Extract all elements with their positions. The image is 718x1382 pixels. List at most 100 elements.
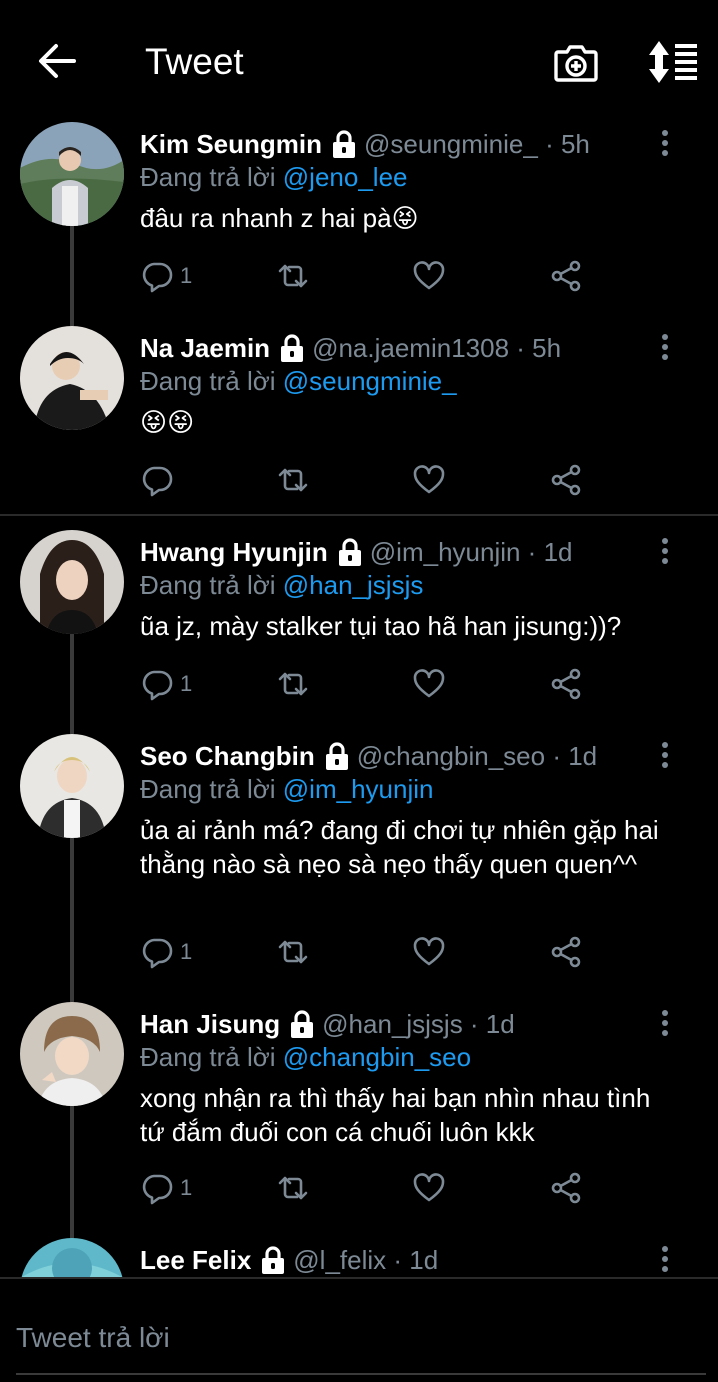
retweet-button[interactable] [276,664,310,704]
share-button[interactable] [549,932,583,972]
tweet-text: đâu ra nhanh z hai pà😝 [140,203,419,233]
author-handle: @na.jaemin1308 · 5h [312,333,562,363]
author-name[interactable]: Lee Felix [140,1242,251,1277]
reply-icon [140,463,174,497]
like-button[interactable] [412,256,446,296]
camera-add-icon[interactable] [552,38,600,86]
author-handle: @changbin_seo · 1d [356,741,598,771]
author-handle: @im_hyunjin · 1d [369,537,573,567]
like-button[interactable] [412,932,446,972]
heart-icon [412,1171,446,1205]
avatar[interactable] [20,1238,124,1277]
lock-icon [323,741,351,771]
replying-to: Đang trả lời @jeno_lee [140,159,408,195]
lock-icon [278,333,306,363]
heart-icon [412,667,446,701]
tweet-text: ủa ai rảnh má? đang đi chơi tự nhiên gặp… [140,815,659,879]
lock-icon [259,1245,287,1275]
retweet-icon [276,259,310,293]
share-icon [549,463,583,497]
tweet-item[interactable]: Seo Changbin @changbin_seo · 1d Đang trả… [0,734,718,1002]
like-button[interactable] [412,664,446,704]
share-button[interactable] [549,664,583,704]
reply-button[interactable]: 1 [140,664,192,704]
reply-input[interactable] [16,1303,706,1375]
reply-count: 1 [180,939,193,964]
reply-count: 1 [180,263,193,288]
retweet-button[interactable] [276,256,310,296]
reply-icon [140,667,174,701]
reply-button[interactable]: 1 [140,932,192,972]
author-name[interactable]: Seo Changbin [140,738,315,774]
more-options-icon[interactable] [652,1244,678,1274]
back-arrow-icon[interactable] [36,40,78,82]
reply-button[interactable]: 1 [140,1168,192,1208]
like-button[interactable] [412,460,446,500]
avatar[interactable] [20,1002,124,1106]
replying-to: Đang trả lời @im_hyunjin [140,771,433,807]
tweet-item[interactable]: Lee Felix @l_felix · 1d [0,1238,718,1277]
share-button[interactable] [549,460,583,500]
more-options-icon[interactable] [652,128,678,158]
sort-icon[interactable] [645,38,699,86]
mention-link[interactable]: @jeno_lee [283,162,408,192]
replying-to: Đang trả lời @changbin_seo [140,1039,471,1075]
retweet-button[interactable] [276,1168,310,1208]
divider [0,514,718,516]
tweet-item[interactable]: Han Jisung @han_jsjsjs · 1d Đang trả lời… [0,1002,718,1240]
lock-icon [288,1009,316,1039]
share-button[interactable] [549,256,583,296]
reply-button[interactable]: 1 [140,256,192,296]
retweet-icon [276,463,310,497]
retweet-button[interactable] [276,460,310,500]
author-name[interactable]: Na Jaemin [140,330,270,366]
heart-icon [412,935,446,969]
like-button[interactable] [412,1168,446,1208]
author-name[interactable]: Hwang Hyunjin [140,534,328,570]
more-options-icon[interactable] [652,536,678,566]
heart-icon [412,259,446,293]
thread-line [70,838,74,1002]
reply-button[interactable] [140,460,180,500]
reply-icon [140,935,174,969]
avatar[interactable] [20,326,124,430]
avatar[interactable] [20,530,124,634]
more-options-icon[interactable] [652,332,678,362]
mention-link[interactable]: @im_hyunjin [283,774,434,804]
replying-to-label: Đang trả lời [140,366,283,396]
reply-composer [0,1277,718,1382]
more-options-icon[interactable] [652,740,678,770]
mention-link[interactable]: @changbin_seo [283,1042,471,1072]
thread-line [70,634,74,734]
tweet-item[interactable]: Na Jaemin @na.jaemin1308 · 5h Đang trả l… [0,326,718,516]
replying-to-label: Đang trả lời [140,1042,283,1072]
mention-link[interactable]: @han_jsjsjs [283,570,424,600]
lock-icon [336,537,364,567]
retweet-icon [276,1171,310,1205]
replying-to-label: Đang trả lời [140,162,283,192]
share-icon [549,667,583,701]
thread-line [70,226,74,326]
avatar[interactable] [20,734,124,838]
reply-timeline: Kim Seungmin @seungminie_ · 5h Đang trả … [0,122,718,1277]
author-name[interactable]: Kim Seungmin [140,126,322,162]
retweet-icon [276,935,310,969]
mention-link[interactable]: @seungminie_ [283,366,457,396]
more-options-icon[interactable] [652,1008,678,1038]
replying-to-label: Đang trả lời [140,570,283,600]
author-handle: @han_jsjsjs · 1d [322,1009,515,1039]
tweet-text: ũa jz, mày stalker tụi tao hã han jisung… [140,611,622,641]
tweet-item[interactable]: Hwang Hyunjin @im_hyunjin · 1d Đang trả … [0,530,718,734]
tweet-item[interactable]: Kim Seungmin @seungminie_ · 5h Đang trả … [0,122,718,326]
reply-icon [140,1171,174,1205]
top-bar: Tweet [0,0,718,122]
author-handle: @seungminie_ · 5h [364,129,590,159]
tweet-text: xong nhận ra thì thấy hai bạn nhìn nhau … [140,1083,651,1147]
share-button[interactable] [549,1168,583,1208]
author-name[interactable]: Han Jisung [140,1006,280,1042]
share-icon [549,1171,583,1205]
tweet-text: 😝😝 [140,407,195,437]
retweet-button[interactable] [276,932,310,972]
avatar[interactable] [20,122,124,226]
replying-to: Đang trả lời @han_jsjsjs [140,567,423,603]
